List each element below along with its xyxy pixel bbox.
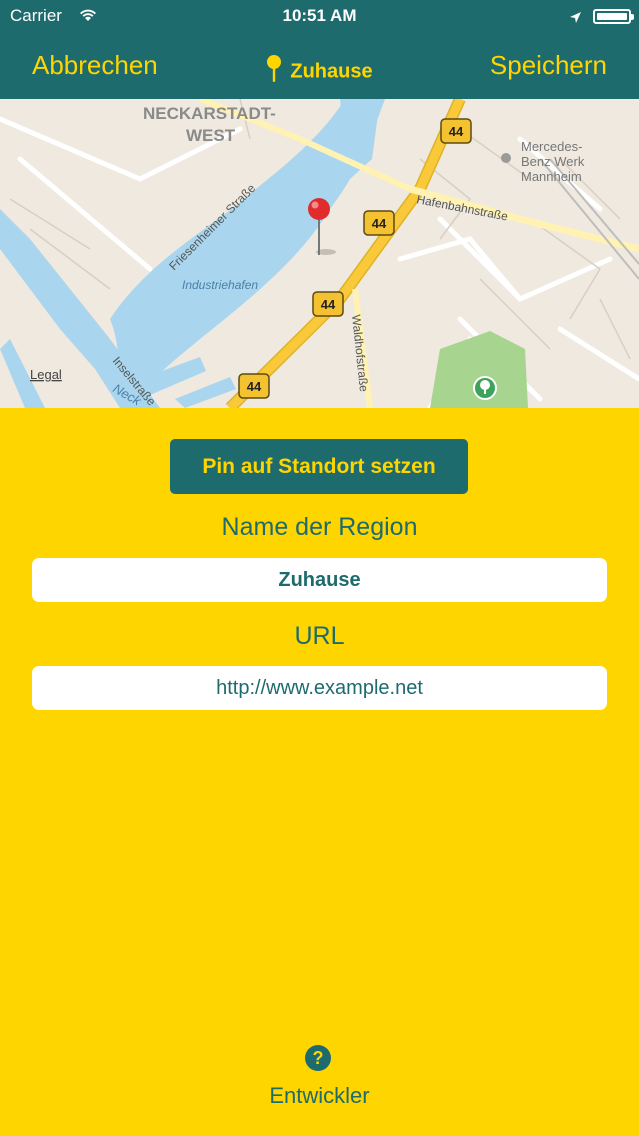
map-label-poi: Mannheim	[521, 169, 582, 184]
map-view[interactable]: 44 44 44 44 NECKARSTADT- WEST Friesenhei…	[0, 99, 639, 408]
svg-text:44: 44	[372, 216, 387, 231]
route-shield: 44	[312, 291, 344, 317]
help-icon[interactable]: ?	[305, 1045, 331, 1071]
park-tree-icon	[473, 376, 497, 400]
location-arrow-icon	[569, 9, 582, 29]
map-pin-icon	[266, 54, 282, 90]
map-label-district: NECKARSTADT-	[143, 104, 276, 123]
battery-icon	[593, 9, 634, 24]
clock: 10:51 AM	[282, 6, 357, 25]
svg-text:44: 44	[449, 124, 464, 139]
map-label-district-2: WEST	[186, 126, 236, 145]
svg-text:44: 44	[247, 379, 262, 394]
navigation-bar: Abbrechen Zuhause Speichern	[0, 34, 639, 99]
url-field[interactable]: http://www.example.net	[32, 666, 607, 710]
map-label-poi: Benz Werk	[521, 154, 585, 169]
save-button[interactable]: Speichern	[490, 50, 607, 81]
set-pin-to-location-button[interactable]: Pin auf Standort setzen	[170, 439, 468, 494]
route-shield: 44	[440, 118, 472, 144]
region-name-field[interactable]: Zuhause	[32, 558, 607, 602]
region-form: Pin auf Standort setzen Name der Region …	[0, 408, 639, 1136]
status-bar: Carrier 10:51 AM	[0, 0, 639, 34]
app-header: Carrier 10:51 AM Abbrechen Zuhause Speic…	[0, 0, 639, 99]
region-name-label: Name der Region	[221, 513, 418, 541]
nav-title-text: Zuhause	[290, 60, 373, 83]
developer-button[interactable]: Entwickler	[0, 1083, 639, 1109]
route-shield: 44	[363, 210, 395, 236]
legal-link[interactable]: Legal	[30, 367, 62, 382]
url-label: URL	[294, 622, 345, 650]
route-shield: 44	[238, 373, 270, 399]
svg-text:44: 44	[321, 297, 336, 312]
map-label-poi: Mercedes-	[521, 139, 582, 154]
map-label-harbor: Industriehafen	[182, 278, 258, 292]
